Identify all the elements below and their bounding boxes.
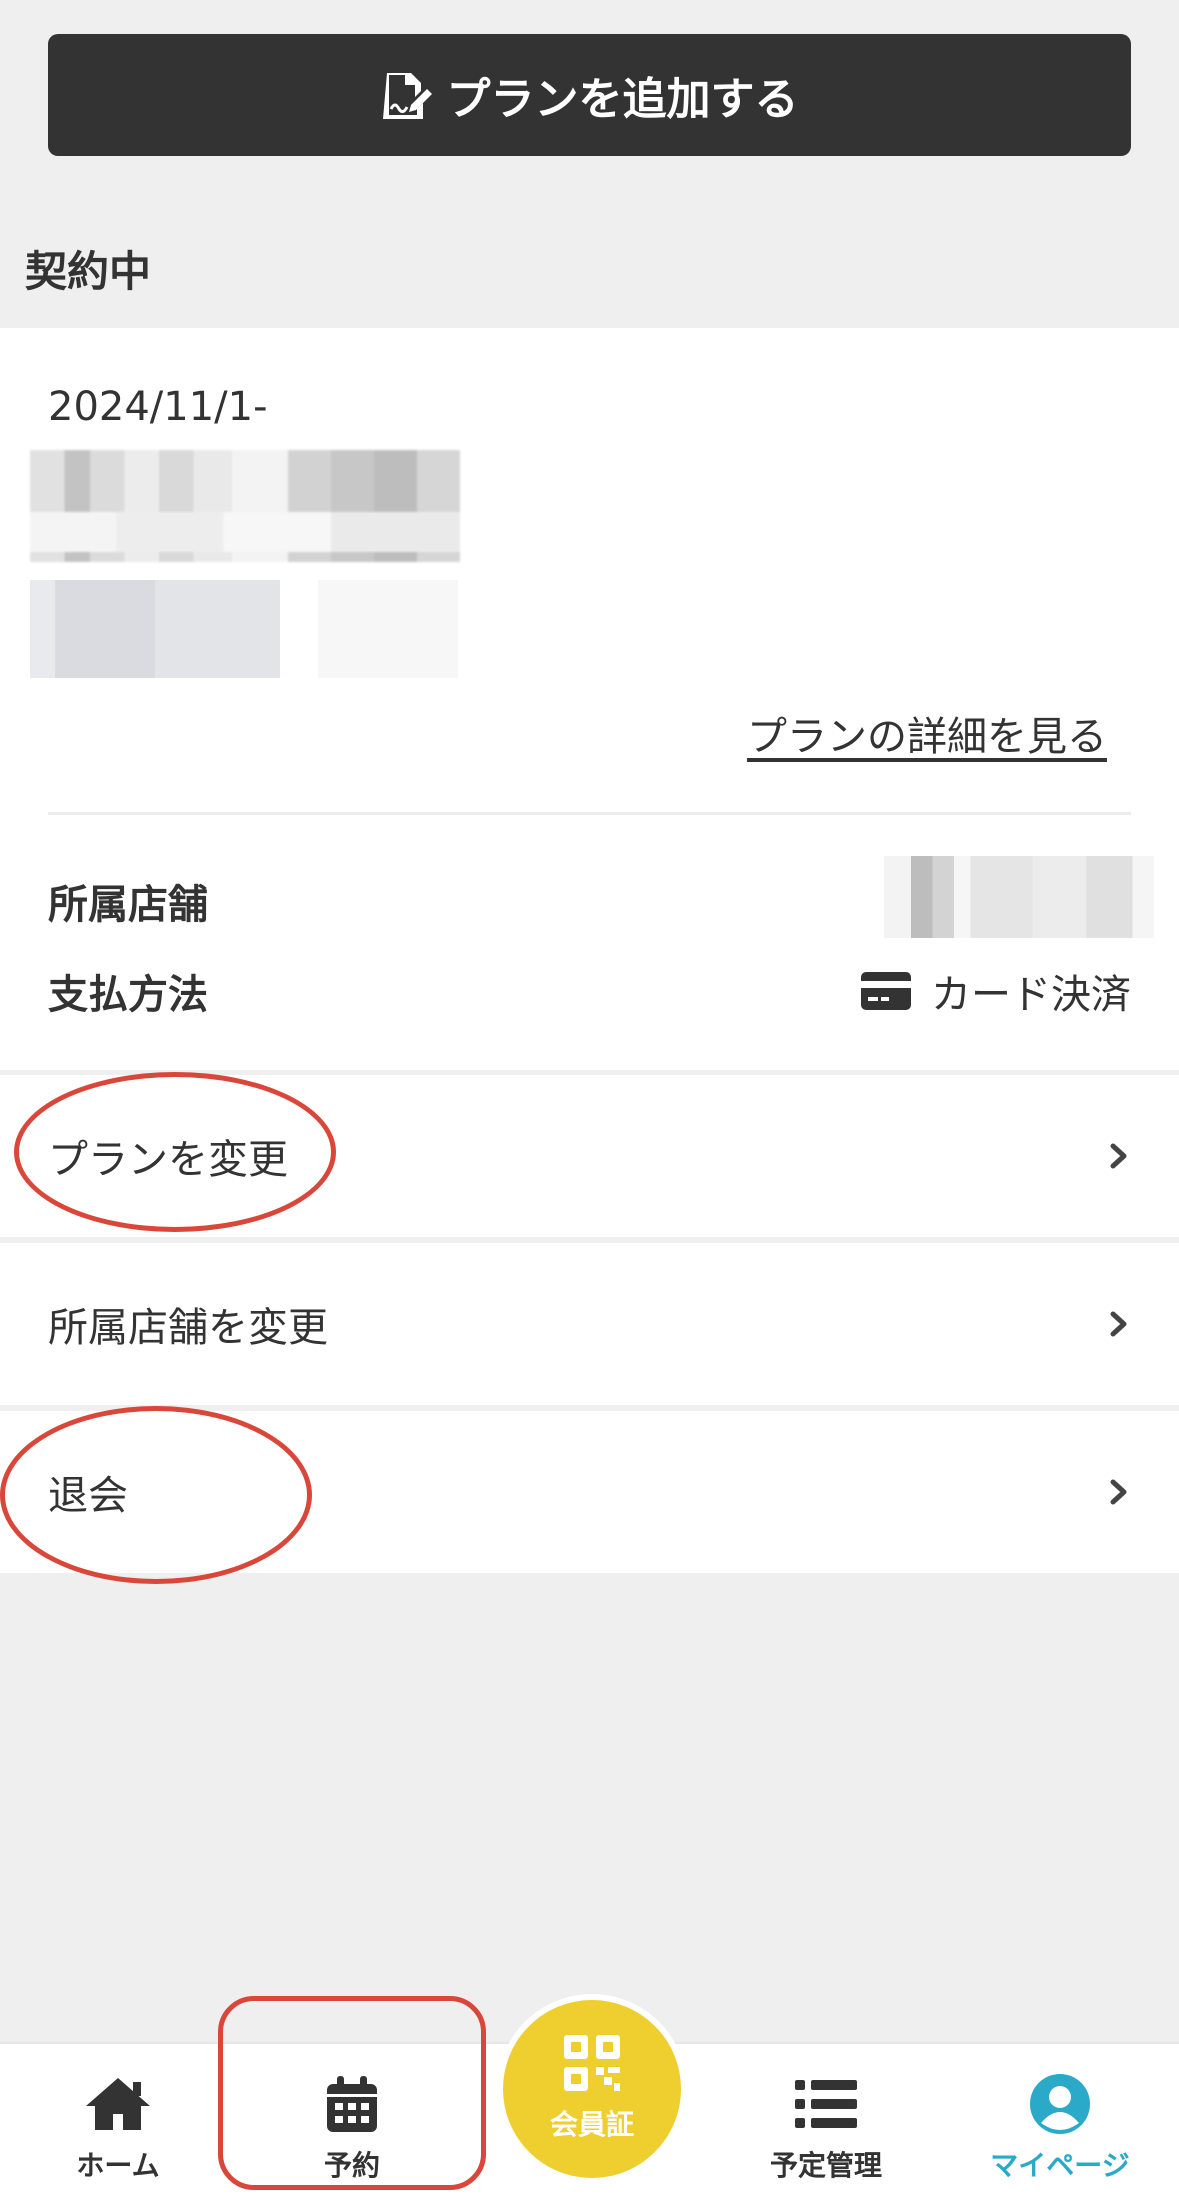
payment-label: 支払方法 (48, 972, 208, 1018)
change-store-item[interactable]: 所属店舗を変更 (0, 1243, 1179, 1405)
add-plan-button[interactable]: プランを追加する (48, 34, 1131, 156)
contract-start-date: 2024/11/1- (48, 384, 268, 430)
tab-reserve[interactable]: 予約 (252, 2044, 452, 2196)
tab-home-label: ホーム (76, 2149, 160, 2182)
page: プランを追加する 契約中 2024/11/1- プランの詳細を見る 所属店舗 支… (0, 0, 1179, 2196)
tab-mypage[interactable]: マイページ (960, 2044, 1160, 2196)
tab-reserve-label: 予約 (323, 2149, 380, 2182)
plan-detail-link[interactable]: プランの詳細を見る (747, 704, 1107, 762)
redacted-plan-extra (318, 580, 458, 678)
list-icon (791, 2072, 861, 2136)
divider (48, 812, 1131, 815)
tab-home[interactable]: ホーム (18, 2044, 218, 2196)
redacted-plan-price (30, 580, 280, 678)
payment-value: カード決済 (931, 972, 1131, 1018)
qr-code-icon (564, 2035, 620, 2095)
payment-method: カード決済 (861, 962, 1131, 1020)
withdraw-label: 退会 (48, 1473, 128, 1519)
membership-card-label: 会員証 (549, 2108, 634, 2141)
chevron-right-icon (1107, 1474, 1131, 1510)
tab-schedule[interactable]: 予定管理 (726, 2044, 926, 2196)
tab-mypage-label: マイページ (990, 2149, 1130, 2182)
tab-schedule-label: 予定管理 (769, 2149, 882, 2182)
credit-card-icon (861, 972, 911, 1010)
add-plan-label: プランを追加する (446, 74, 799, 125)
calendar-icon (317, 2072, 387, 2136)
document-edit-icon (381, 69, 433, 121)
change-plan-label: プランを変更 (48, 1137, 288, 1183)
change-plan-item[interactable]: プランを変更 (0, 1075, 1179, 1237)
redacted-store-name (884, 856, 1154, 938)
contract-card: 2024/11/1- プランの詳細を見る 所属店舗 支払方法 カード決済 (0, 328, 1179, 1070)
change-store-label: 所属店舗を変更 (48, 1305, 328, 1351)
home-icon (83, 2072, 153, 2136)
membership-card-circle: 会員証 (503, 2000, 681, 2178)
user-circle-icon (1025, 2072, 1095, 2136)
chevron-right-icon (1107, 1306, 1131, 1342)
chevron-right-icon (1107, 1138, 1131, 1174)
redacted-plan-name (30, 450, 460, 562)
section-title: 契約中 (25, 247, 152, 296)
store-label: 所属店舗 (48, 882, 208, 928)
membership-card-button[interactable]: 会員証 (497, 1994, 687, 2184)
withdraw-item[interactable]: 退会 (0, 1411, 1179, 1573)
